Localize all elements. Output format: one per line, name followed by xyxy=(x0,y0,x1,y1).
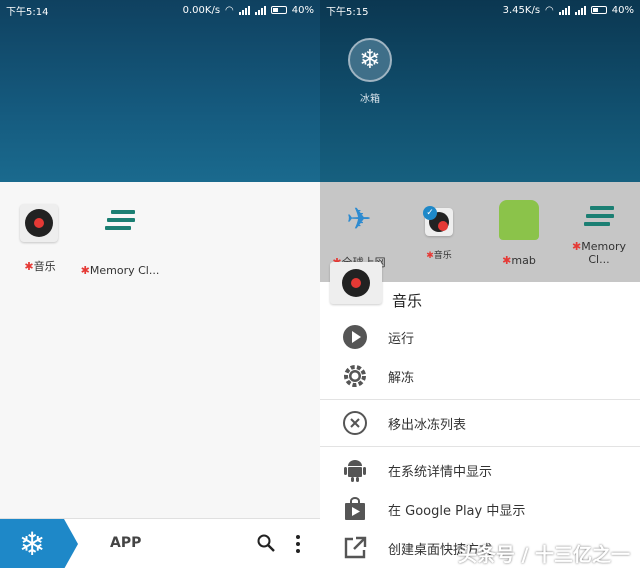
open-external-icon xyxy=(344,536,367,559)
wifi-icon: ◠ xyxy=(225,4,234,16)
check-icon: ✓ xyxy=(423,206,437,220)
google-play-icon xyxy=(345,497,365,520)
snowflake-icon: ❄ xyxy=(348,38,392,82)
watermark: 头条号 / 十三亿之一 xyxy=(457,544,630,566)
status-bar: 下午5:15 3.45K/s ◠ 40% xyxy=(320,0,640,20)
action-sheet: 音乐 运行 解冻 移出冰冻列表 在系统详情中显示 在 Google Play 中… xyxy=(320,262,640,568)
remove-circle-icon xyxy=(343,411,367,435)
android-icon xyxy=(344,460,366,482)
sheet-title: 音乐 xyxy=(392,292,423,310)
app-grid: ✱音乐 ✱Memory Cl... xyxy=(0,182,320,518)
battery-icon xyxy=(590,6,607,14)
status-time: 下午5:14 xyxy=(6,6,49,18)
status-time: 下午5:15 xyxy=(326,6,369,18)
app-tile-global-net[interactable]: ✈ ✱全球上网 xyxy=(324,200,394,270)
snowflake-icon: ❄ xyxy=(18,525,46,563)
app-label: Memory Cl... xyxy=(581,240,626,266)
menu-item-google-play[interactable]: 在 Google Play 中显示 xyxy=(320,489,640,529)
app-label: 音乐 xyxy=(433,251,452,261)
frozen-app-label: 冰箱 xyxy=(360,94,380,105)
battery-level: 40% xyxy=(291,4,314,16)
page-title: APP xyxy=(110,535,142,551)
bottom-bar: ❄ APP xyxy=(0,518,320,568)
app-label: Memory Cl... xyxy=(89,264,160,277)
app-tile-memory-cleaner[interactable]: ✱Memory Cl... xyxy=(564,200,634,266)
app-tile-music[interactable]: ✓ ✱音乐 xyxy=(404,206,474,261)
menu-item-run[interactable]: 运行 xyxy=(320,317,640,357)
music-record-icon xyxy=(20,204,58,242)
menu-item-remove[interactable]: 移出冰冻列表 xyxy=(320,403,640,443)
signal-icon xyxy=(558,5,570,15)
music-record-icon xyxy=(330,262,382,304)
app-tile-music[interactable]: ✱音乐 xyxy=(0,204,80,274)
search-icon[interactable] xyxy=(256,533,276,553)
gear-icon xyxy=(344,365,366,387)
menu-item-system-details[interactable]: 在系统详情中显示 xyxy=(320,450,640,490)
network-speed: 3.45K/s xyxy=(502,4,541,16)
app-tile-mab[interactable]: ✱mab xyxy=(484,200,554,267)
airplane-icon: ✈ xyxy=(346,202,372,237)
battery-level: 40% xyxy=(611,4,634,16)
app-tile-memory-cleaner[interactable]: ✱Memory Cl... xyxy=(80,204,160,277)
app-label: mab xyxy=(511,254,536,267)
freeze-button[interactable]: ❄ xyxy=(0,519,78,568)
app-list-screen: 下午5:14 0.00K/s ◠ 40% ✱音乐 ✱Memory Cl... ❄… xyxy=(0,0,320,568)
status-bar: 下午5:14 0.00K/s ◠ 40% xyxy=(0,0,320,20)
play-icon xyxy=(343,325,367,349)
divider xyxy=(320,446,640,447)
memory-cleaner-icon xyxy=(105,210,135,230)
signal-icon xyxy=(238,5,250,15)
battery-icon xyxy=(270,6,287,14)
signal-icon xyxy=(574,5,586,15)
frozen-app-fridge[interactable]: ❄ 冰箱 xyxy=(346,38,394,105)
wifi-icon: ◠ xyxy=(545,4,554,16)
network-speed: 0.00K/s xyxy=(182,4,221,16)
app-label: 音乐 xyxy=(33,260,56,273)
android-app-icon xyxy=(499,200,539,240)
memory-cleaner-icon xyxy=(584,206,614,226)
header-banner xyxy=(0,0,320,182)
signal-icon xyxy=(254,5,266,15)
app-action-screen: 下午5:15 3.45K/s ◠ 40% ❄ 冰箱 ✈ ✱全球上网 ✓ ✱音乐 … xyxy=(320,0,640,568)
more-vert-icon[interactable] xyxy=(290,533,306,555)
divider xyxy=(320,399,640,400)
menu-item-unfreeze[interactable]: 解冻 xyxy=(320,356,640,396)
